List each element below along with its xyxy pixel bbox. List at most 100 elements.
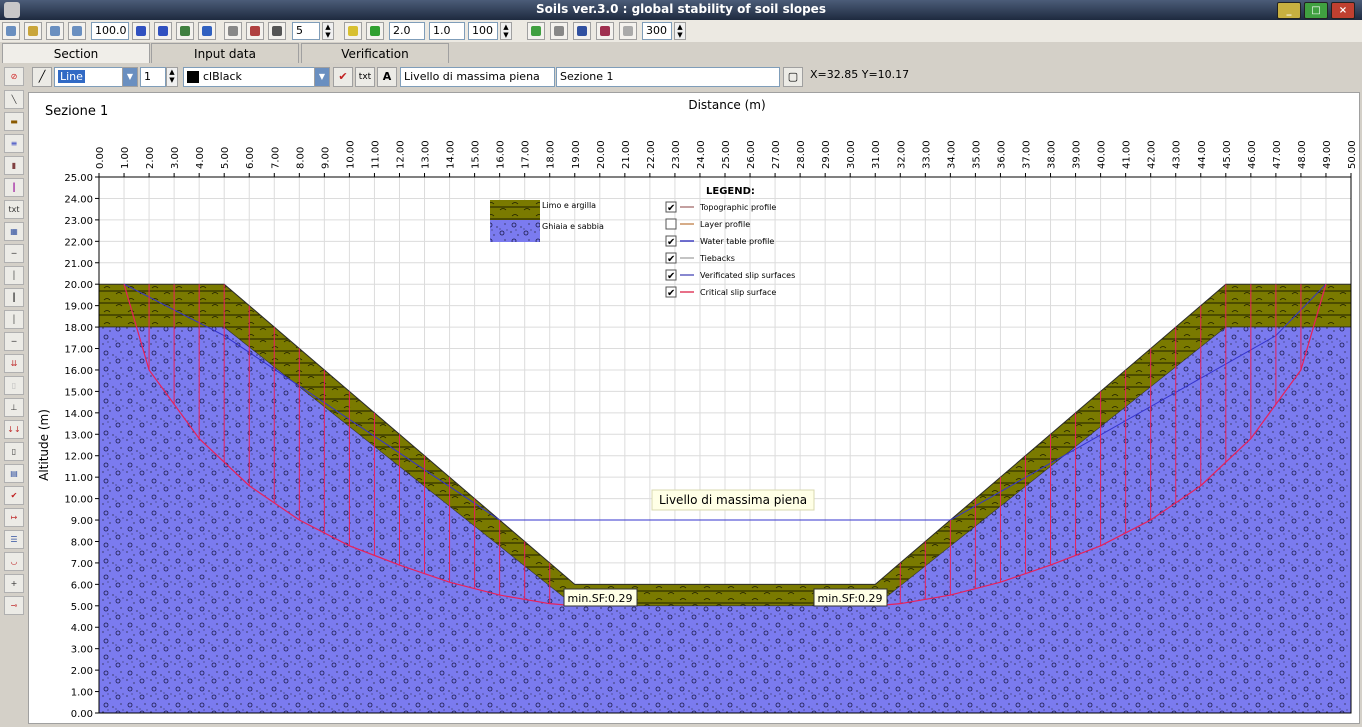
center-icon[interactable]: + — [4, 574, 24, 593]
legend-item[interactable]: ✔ Verificated slip surfaces — [665, 269, 795, 282]
x-tick-label: 40.00 — [1097, 140, 1108, 169]
legend-title: LEGEND: — [706, 186, 755, 197]
x-tick-label: 33.00 — [921, 140, 932, 169]
new-file-icon[interactable] — [2, 22, 20, 40]
stratum-icon[interactable]: ▮ — [4, 156, 24, 175]
disabled-tool-icon[interactable]: ▯ — [4, 376, 24, 395]
water-table-icon[interactable]: ≡ — [4, 134, 24, 153]
resolution-input[interactable]: 300 — [642, 22, 672, 40]
legend-item[interactable]: ✔ Topographic profile — [665, 201, 776, 214]
minimize-button[interactable]: _ — [1277, 2, 1301, 19]
tieback-icon[interactable]: ┃ — [4, 288, 24, 307]
color-select[interactable]: clBlack — [183, 67, 329, 87]
open-file-icon[interactable] — [24, 22, 42, 40]
chart-icon[interactable] — [596, 22, 614, 40]
draw-line-icon[interactable] — [246, 22, 264, 40]
tab-section[interactable]: Section — [2, 43, 150, 63]
legend-check-mark: ✔ — [667, 271, 675, 282]
sf-label-left-text: min.SF:0.29 — [568, 592, 633, 605]
width-x-input[interactable]: 2.0 — [389, 22, 425, 40]
radius-icon[interactable]: ⊸ — [4, 596, 24, 615]
legend-item[interactable]: Layer profile — [665, 218, 750, 230]
beam-icon[interactable]: ─ — [4, 332, 24, 351]
dxf-icon[interactable] — [619, 22, 637, 40]
tab-input-data[interactable]: Input data — [151, 43, 299, 63]
layer-yellow-icon[interactable] — [344, 22, 362, 40]
legend-item[interactable]: ✔ Water table profile — [665, 235, 774, 248]
legend-label: Topographic profile — [699, 203, 776, 212]
y-tick-label: 12.00 — [64, 452, 93, 463]
nail-icon[interactable]: │ — [4, 266, 24, 285]
layer-icon[interactable]: ▬ — [4, 112, 24, 131]
foundation-icon[interactable]: ⊥ — [4, 398, 24, 417]
select-rect-icon[interactable] — [224, 22, 242, 40]
left-toolbar: ⊘ ╲ ▬ ≡ ▮ ┃ txt ▦ ─ │ ┃ │ ─ ⇊ ▯ ⊥ ↓↓ ▯ ▤… — [0, 64, 27, 727]
pile-icon[interactable]: ┃ — [4, 178, 24, 197]
resolution-spinner[interactable]: ▲ ▼ — [674, 22, 686, 40]
anchor-icon[interactable]: ─ — [4, 244, 24, 263]
line-tool-icon[interactable]: ╱ — [32, 67, 52, 87]
print-icon[interactable] — [550, 22, 568, 40]
label-text-input[interactable]: Livello di massima piena — [400, 67, 555, 87]
close-button[interactable]: × — [1331, 2, 1355, 19]
x-tick-label: 30.00 — [846, 140, 857, 169]
report-icon[interactable]: ☰ — [4, 530, 24, 549]
ticks-input[interactable]: 5 — [292, 22, 320, 40]
wall-icon[interactable]: ▯ — [4, 442, 24, 461]
width-y-input[interactable]: 1.0 — [429, 22, 465, 40]
tab-verification[interactable]: Verification — [301, 43, 449, 63]
y-axis-label: Altitude (m) — [37, 409, 51, 481]
x-tick-label: 24.00 — [696, 140, 707, 169]
y-tick-label: 1.00 — [71, 688, 93, 699]
save-as-icon[interactable] — [68, 22, 86, 40]
shrink-x-icon[interactable] — [154, 22, 172, 40]
topo-profile-icon[interactable]: ╲ — [4, 90, 24, 109]
mesh-icon[interactable]: ▤ — [4, 464, 24, 483]
apply-check-icon[interactable]: ✔ — [333, 67, 353, 87]
font-button[interactable]: A — [377, 67, 397, 87]
scale-input[interactable]: 100 — [468, 22, 498, 40]
force-icon[interactable]: ↦ — [4, 508, 24, 527]
load-icon[interactable]: ⇊ — [4, 354, 24, 373]
slip-surface-icon[interactable]: ◡ — [4, 552, 24, 571]
sf-label-left: min.SF:0.29 — [563, 588, 638, 607]
save-file-icon[interactable] — [46, 22, 64, 40]
legend-item[interactable]: ✔ Critical slip surface — [665, 286, 776, 299]
y-tick-label: 0.00 — [71, 709, 93, 720]
delete-icon[interactable]: ⊘ — [4, 67, 24, 86]
grid-icon[interactable]: ▦ — [4, 222, 24, 241]
legend: LEGEND: ✔ Topographic profile Layer profil… — [665, 186, 795, 299]
undo-icon[interactable] — [198, 22, 216, 40]
strut-icon[interactable]: │ — [4, 310, 24, 329]
x-tick-label: 20.00 — [596, 140, 607, 169]
color-dropdown-icon[interactable]: ▼ — [314, 67, 330, 87]
stretch-x-icon[interactable] — [132, 22, 150, 40]
material-label-gravel: Ghiaia e sabbia — [542, 222, 604, 231]
line-width-input[interactable]: 1 — [140, 67, 166, 87]
line-type-dropdown-icon[interactable]: ▼ — [122, 67, 138, 87]
table-icon[interactable] — [573, 22, 591, 40]
y-tick-label: 23.00 — [64, 216, 93, 227]
text-icon[interactable]: txt — [4, 200, 24, 219]
ticks-spinner[interactable]: ▲ ▼ — [322, 22, 334, 40]
export-icon[interactable] — [527, 22, 545, 40]
text-tool-button[interactable]: txt — [355, 67, 375, 87]
material-label-silt: Limo e argilla — [542, 201, 596, 210]
zoom-input[interactable]: 100.0 — [91, 22, 129, 40]
x-tick-label: 25.00 — [721, 140, 732, 169]
move-icon[interactable] — [176, 22, 194, 40]
distributed-load-icon[interactable]: ↓↓ — [4, 420, 24, 439]
verify-icon[interactable]: ✔ — [4, 486, 24, 505]
line-width-spinner[interactable]: ▲ ▼ — [166, 67, 178, 87]
line-type-value: Line — [58, 70, 85, 83]
legend-label: Water table profile — [700, 237, 774, 246]
section-name-input[interactable]: Sezione 1 — [556, 67, 780, 87]
axis-icon[interactable] — [268, 22, 286, 40]
frame-icon[interactable]: ▢ — [783, 67, 803, 87]
scale-spinner[interactable]: ▲ ▼ — [500, 22, 512, 40]
x-tick-label: 26.00 — [746, 140, 757, 169]
layer-green-icon[interactable] — [366, 22, 384, 40]
y-tick-label: 11.00 — [64, 473, 93, 484]
maximize-button[interactable]: □ — [1304, 2, 1328, 19]
section-canvas[interactable]: 0.00 1.00 2.00 3.00 4.00 5.00 6.00 7.00 8.00 9.00… — [28, 92, 1360, 724]
